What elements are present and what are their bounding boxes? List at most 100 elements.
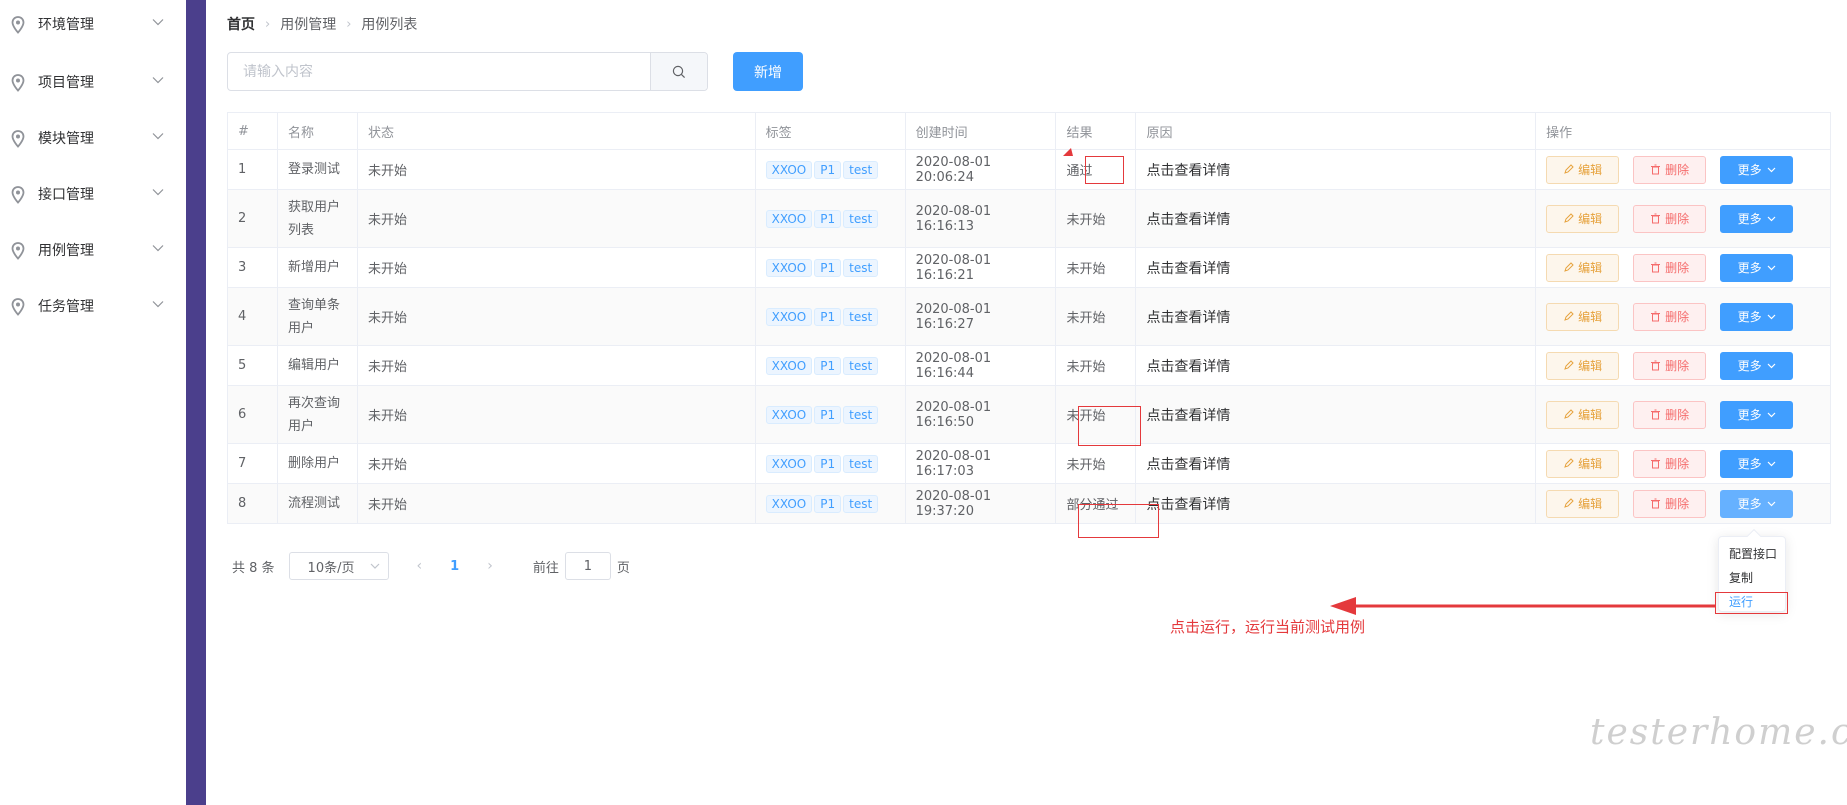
breadcrumb-case-manage: 用例管理	[280, 17, 337, 33]
tag: test	[843, 160, 879, 179]
more-label: 更多	[1737, 163, 1762, 177]
delete-button[interactable]: 删除	[1633, 253, 1707, 282]
delete-label: 删除	[1665, 497, 1690, 511]
cell-operation: 编辑 删除 更多	[1536, 484, 1831, 523]
edit-label: 编辑	[1578, 359, 1603, 373]
add-case-button[interactable]: 新增	[733, 52, 803, 91]
delete-label: 删除	[1665, 163, 1690, 177]
highlight-box	[1078, 504, 1159, 538]
search-icon	[672, 65, 686, 78]
cell-reason: 点击查看详情	[1136, 346, 1537, 385]
menu-item-config-api[interactable]: 配置接口	[1729, 545, 1777, 562]
menu-item-copy[interactable]: 复制	[1729, 569, 1753, 586]
goto-page-input[interactable]	[564, 552, 611, 580]
view-detail-link[interactable]: 点击查看详情	[1146, 356, 1230, 376]
cell-operation: 编辑 删除 更多	[1536, 150, 1831, 189]
sidebar-item-label: 接口管理	[38, 187, 94, 203]
page-number[interactable]: 1	[450, 559, 459, 574]
sidebar-item-api[interactable]: 接口管理	[0, 174, 168, 214]
view-detail-link[interactable]: 点击查看详情	[1146, 494, 1230, 514]
view-detail-link[interactable]: 点击查看详情	[1146, 258, 1230, 278]
delete-label: 删除	[1665, 310, 1690, 324]
view-detail-link[interactable]: 点击查看详情	[1146, 307, 1230, 327]
view-detail-link[interactable]: 点击查看详情	[1146, 160, 1230, 180]
edit-button[interactable]: 编辑	[1546, 400, 1620, 429]
chevron-down-icon	[152, 245, 164, 252]
edit-button[interactable]: 编辑	[1546, 489, 1620, 518]
more-button[interactable]: 更多	[1720, 302, 1794, 331]
edit-button[interactable]: 编辑	[1546, 155, 1620, 184]
sidebar-item-label: 模块管理	[38, 131, 94, 147]
chevron-down-icon	[1767, 461, 1776, 466]
cell-index: 4	[228, 288, 278, 345]
view-detail-link[interactable]: 点击查看详情	[1146, 209, 1230, 229]
more-label: 更多	[1737, 457, 1762, 471]
cell-created-time: 2020-08-01 16:16:13	[906, 190, 1057, 247]
cell-created-time: 2020-08-01 16:16:27	[906, 288, 1057, 345]
edit-button[interactable]: 编辑	[1546, 253, 1620, 282]
edit-icon	[1564, 360, 1574, 370]
trash-icon	[1651, 458, 1661, 469]
cell-index: 5	[228, 346, 278, 385]
cell-tags: XXOO P1 test	[756, 150, 906, 189]
page-size-select[interactable]: 10条/页	[288, 552, 389, 580]
location-pin-icon	[11, 242, 25, 260]
delete-button[interactable]: 删除	[1633, 449, 1707, 478]
table-row: 8 流程测试 未开始 XXOO P1 test 2020-08-01 19:37:20 部分通…	[228, 484, 1831, 524]
delete-button[interactable]: 删除	[1633, 302, 1707, 331]
more-button[interactable]: 更多	[1720, 351, 1794, 380]
edit-label: 编辑	[1578, 497, 1603, 511]
delete-button[interactable]: 删除	[1633, 204, 1707, 233]
delete-button[interactable]: 删除	[1633, 400, 1707, 429]
cell-reason: 点击查看详情	[1136, 444, 1537, 483]
sidebar-item-project[interactable]: 项目管理	[0, 62, 168, 102]
view-detail-link[interactable]: 点击查看详情	[1146, 405, 1230, 425]
sidebar-item-module[interactable]: 模块管理	[0, 118, 168, 158]
dropdown-arrow	[1746, 528, 1762, 544]
trash-icon	[1651, 498, 1661, 509]
prev-page-button[interactable]: ‹	[417, 558, 423, 574]
cell-tags: XXOO P1 test	[756, 444, 906, 483]
search-button[interactable]	[650, 53, 707, 90]
sidebar-item-case[interactable]: 用例管理	[0, 230, 168, 270]
next-page-button[interactable]: ›	[487, 558, 493, 574]
sidebar-item-label: 任务管理	[38, 299, 94, 315]
sidebar-item-env[interactable]: 环境管理	[0, 4, 168, 44]
view-detail-link[interactable]: 点击查看详情	[1146, 454, 1230, 474]
more-button[interactable]: 更多	[1720, 253, 1794, 282]
cell-result: 未开始	[1056, 288, 1137, 345]
edit-button[interactable]: 编辑	[1546, 351, 1620, 380]
header-status: 状态	[358, 113, 756, 149]
goto-suffix: 页	[616, 560, 630, 576]
edit-icon	[1564, 164, 1574, 174]
location-pin-icon	[11, 16, 25, 34]
chevron-down-icon	[152, 133, 164, 140]
delete-button[interactable]: 删除	[1633, 351, 1707, 380]
trash-icon	[1651, 311, 1661, 322]
more-button[interactable]: 更多	[1720, 204, 1794, 233]
more-button[interactable]: 更多	[1720, 449, 1794, 478]
delete-button[interactable]: 删除	[1633, 489, 1707, 518]
edit-button[interactable]: 编辑	[1546, 449, 1620, 478]
cell-tags: XXOO P1 test	[756, 288, 906, 345]
cell-result: 未开始	[1056, 444, 1137, 483]
more-button[interactable]: 更多	[1720, 155, 1794, 184]
more-button[interactable]: 更多	[1720, 489, 1794, 518]
header-result: 结果	[1056, 113, 1137, 149]
cell-index: 3	[228, 248, 278, 287]
cell-index: 2	[228, 190, 278, 247]
delete-button[interactable]: 删除	[1633, 155, 1707, 184]
sidebar-item-task[interactable]: 任务管理	[0, 286, 168, 326]
cell-status: 未开始	[358, 484, 756, 523]
edit-button[interactable]: 编辑	[1546, 302, 1620, 331]
highlight-box	[1085, 156, 1124, 184]
edit-button[interactable]: 编辑	[1546, 204, 1620, 233]
chevron-down-icon	[1767, 216, 1776, 221]
location-pin-icon	[11, 74, 25, 92]
breadcrumb-home[interactable]: 首页	[227, 14, 255, 34]
more-button[interactable]: 更多	[1720, 400, 1794, 429]
edit-icon	[1564, 213, 1574, 223]
tag: test	[843, 356, 879, 375]
header-index: #	[228, 113, 278, 149]
search-input[interactable]	[228, 53, 650, 90]
